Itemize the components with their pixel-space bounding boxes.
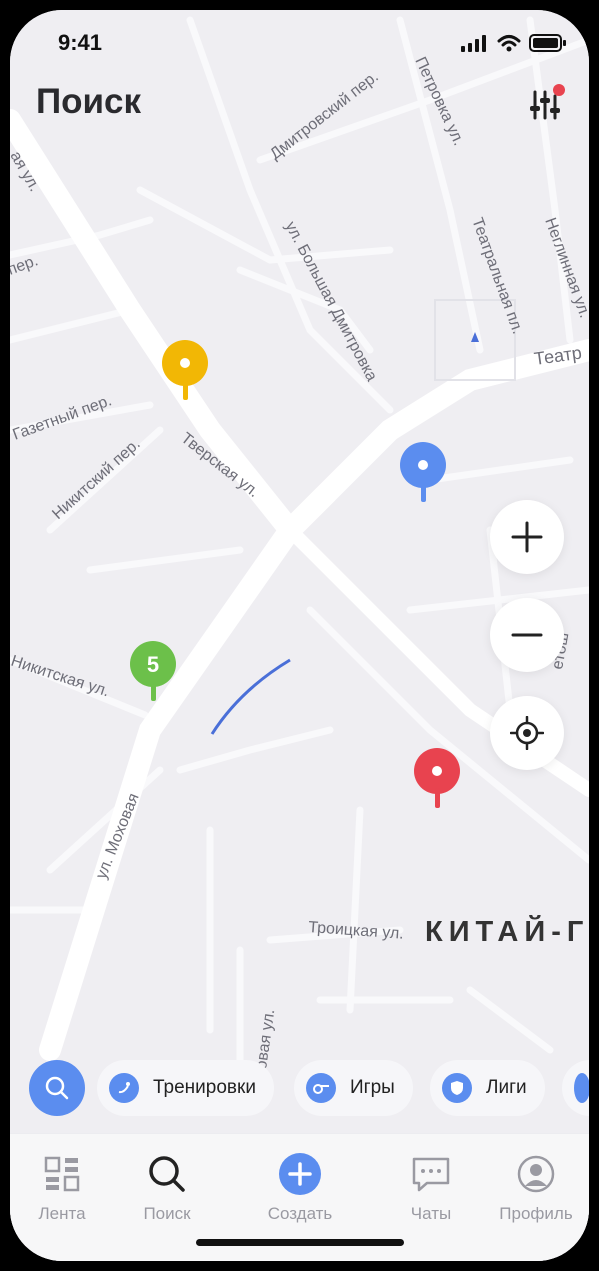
- chip-label: Игры: [350, 1077, 395, 1098]
- status-time: 9:41: [58, 30, 103, 55]
- plus-icon: [511, 521, 543, 553]
- training-icon: [109, 1073, 139, 1103]
- filter-chips: Тренировки Игры Лиги: [10, 1058, 589, 1118]
- map-marker-yellow[interactable]: [161, 340, 209, 404]
- tab-profile[interactable]: Профиль: [486, 1152, 586, 1224]
- tab-create[interactable]: Создать: [250, 1152, 350, 1224]
- page-title: Поиск: [36, 82, 142, 121]
- chat-icon: [412, 1157, 450, 1192]
- tab-label: Создать: [267, 1204, 333, 1223]
- home-indicator: [196, 1239, 404, 1246]
- map-marker-blue[interactable]: [399, 442, 447, 506]
- map-marker-red[interactable]: [413, 748, 461, 812]
- tab-label: Чаты: [410, 1204, 452, 1223]
- zoom-out-button[interactable]: [490, 598, 564, 672]
- search-button[interactable]: [29, 1060, 85, 1116]
- tab-label: Поиск: [143, 1204, 191, 1223]
- filter-button[interactable]: [527, 84, 567, 124]
- grid-icon: [44, 1156, 80, 1192]
- tab-label: Профиль: [499, 1204, 573, 1223]
- shield-icon: [442, 1073, 472, 1103]
- tab-search[interactable]: Поиск: [117, 1152, 217, 1224]
- crosshair-icon: [510, 716, 544, 750]
- phone-frame: Тверская ул. ул. Большая Дмитровка ул. М…: [0, 0, 599, 1271]
- tab-feed[interactable]: Лента: [12, 1152, 112, 1224]
- tab-chats[interactable]: Чаты: [381, 1152, 481, 1224]
- search-icon: [149, 1156, 185, 1192]
- chip-leagues[interactable]: Лиги: [430, 1060, 545, 1116]
- chip-icon: [574, 1073, 589, 1103]
- map-marker-cluster[interactable]: 5: [129, 641, 177, 705]
- chip-games[interactable]: Игры: [294, 1060, 413, 1116]
- notification-dot: [553, 84, 565, 96]
- chip-trainings[interactable]: Тренировки: [97, 1060, 274, 1116]
- sliders-icon: [530, 84, 565, 120]
- chip-label: Тренировки: [153, 1077, 256, 1098]
- chip-label: Лиги: [486, 1077, 527, 1098]
- whistle-icon: [306, 1073, 336, 1103]
- tab-label: Лента: [38, 1204, 86, 1223]
- cluster-count: 5: [147, 652, 159, 677]
- chip-more[interactable]: [562, 1060, 589, 1116]
- zoom-in-button[interactable]: [490, 500, 564, 574]
- district-label: КИТАЙ-Г: [425, 916, 589, 948]
- signal-icon: [461, 35, 486, 52]
- wifi-icon: [497, 35, 521, 52]
- status-bar: 9:41: [10, 10, 589, 70]
- screen: Тверская ул. ул. Большая Дмитровка ул. М…: [10, 10, 589, 1261]
- plus-icon: [279, 1153, 321, 1195]
- profile-icon: [517, 1155, 555, 1193]
- search-icon: [45, 1076, 69, 1100]
- locate-button[interactable]: [490, 696, 564, 770]
- battery-icon: [529, 34, 566, 52]
- minus-icon: [511, 633, 543, 637]
